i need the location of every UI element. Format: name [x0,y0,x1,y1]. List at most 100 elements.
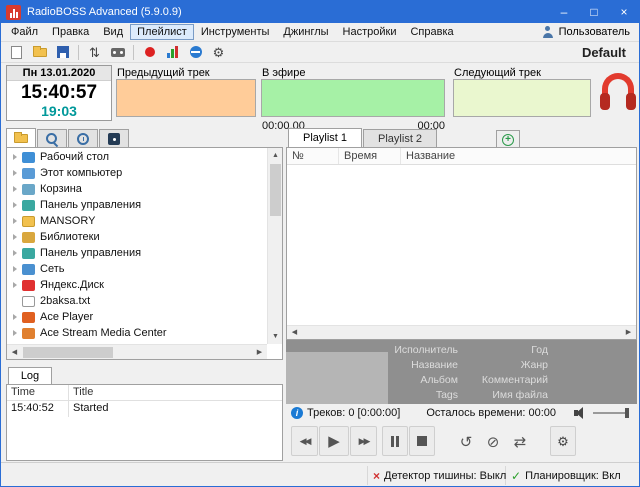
column-number[interactable]: № [287,148,339,164]
tree-item-computer[interactable]: Этот компьютер [7,165,267,181]
expander-icon[interactable] [13,170,17,176]
tree-item-yandex-disk[interactable]: Яндекс.Диск [7,277,267,293]
expander-icon[interactable] [13,330,17,336]
pause-button[interactable] [382,426,408,456]
save-playlist-button[interactable] [52,43,73,62]
open-playlist-button[interactable] [29,43,50,62]
gear-icon: ⚙ [213,46,225,59]
browser-tab-search[interactable] [37,129,67,148]
tree-item-desktop[interactable]: Рабочий стол [7,149,267,165]
menu-settings[interactable]: Настройки [336,24,404,40]
scroll-left-icon[interactable]: ◀ [7,345,22,360]
previous-track-button[interactable]: ◀◀ [291,426,318,456]
user-menu[interactable]: Пользователь [542,26,639,38]
silence-detector-status[interactable]: × Детектор тишины: Выкл [373,463,506,487]
tree-item-ace-stream[interactable]: Ace Stream Media Center [7,325,267,341]
browser-tab-folders[interactable] [6,128,36,148]
tree-item-label: Ace Stream Media Center [40,327,167,339]
expander-icon[interactable] [13,202,17,208]
toolbar-separator [133,45,134,60]
expander-icon[interactable] [13,234,17,240]
internet-button[interactable] [185,43,206,62]
minimize-button[interactable]: – [549,1,579,23]
scroll-left-icon[interactable]: ◀ [287,326,302,339]
menu-edit[interactable]: Правка [45,24,96,40]
scroll-up-icon[interactable]: ▲ [268,148,283,163]
add-playlist-tab-button[interactable]: + [496,130,520,148]
expander-icon[interactable] [13,266,17,272]
sort-tracks-button[interactable]: ⇅ [84,43,105,62]
tree-item-label: Рабочий стол [40,151,109,163]
log-column-title[interactable]: Title [69,385,97,400]
cassette-icon [111,48,125,57]
menu-file[interactable]: Файл [4,24,45,40]
browser-tab-history[interactable] [68,129,98,148]
menu-playlist[interactable]: Плейлист [130,24,194,40]
next-track-button[interactable]: ▶▶ [350,426,377,456]
cart-wall-button[interactable] [107,43,128,62]
playlist-horizontal-scrollbar[interactable]: ◀ ▶ [287,325,636,339]
record-icon [145,47,155,57]
column-start-time[interactable]: Время ст... [339,148,401,164]
expander-icon[interactable] [13,282,17,288]
expander-icon[interactable] [13,250,17,256]
tree-item-control-panel[interactable]: Панель управления [7,197,267,213]
scroll-down-icon[interactable]: ▼ [268,329,283,344]
close-button[interactable]: × [609,1,639,23]
settings-button[interactable]: ⚙ [208,43,229,62]
tree-item-recycle-bin[interactable]: Корзина [7,181,267,197]
log-column-time[interactable]: Time [7,385,69,400]
tree-vertical-scrollbar[interactable]: ▲ ▼ [267,148,282,344]
text-file-icon [22,296,35,307]
record-button[interactable] [139,43,160,62]
gear-icon: ⚙ [557,435,569,448]
stop-button[interactable] [409,426,435,456]
scroll-right-icon[interactable]: ▶ [621,326,636,339]
tree-item-mansory[interactable]: MANSORY [7,213,267,229]
expander-icon[interactable] [13,314,17,320]
repeat-button[interactable]: ↺ [454,430,478,454]
scrollbar-thumb[interactable] [23,347,113,358]
statistics-button[interactable] [162,43,183,62]
floppy-icon [57,46,69,58]
playback-options-button[interactable]: ⚙ [550,426,576,456]
log-tab[interactable]: Log [8,367,52,385]
toolbar-separator [78,45,79,60]
scheduler-status[interactable]: ✓ Планировщик: Вкл [511,463,621,487]
log-row[interactable]: 15:40:52 Started [7,401,282,417]
column-title[interactable]: Название [401,148,636,164]
expander-icon[interactable] [13,218,17,224]
recycle-bin-icon [22,184,35,195]
log-header: Time Title [7,385,282,401]
expander-icon[interactable] [13,186,17,192]
tree-item-2baksa-txt[interactable]: 2baksa.txt [7,293,267,309]
tab-playlist-2[interactable]: Playlist 2 [363,129,437,148]
browser-tab-library[interactable] [99,129,129,148]
tree-item-label: MANSORY [40,215,95,227]
menu-jingles[interactable]: Джинглы [276,24,335,40]
volume-track[interactable] [593,412,629,414]
shuffle-button[interactable]: ⇄ [508,430,532,454]
no-repeat-button[interactable]: ⊘ [481,430,505,454]
scroll-right-icon[interactable]: ▶ [252,345,267,360]
title-label: Название [378,359,458,371]
tree-item-ace-player[interactable]: Ace Player [7,309,267,325]
stop-icon [417,436,427,446]
maximize-button[interactable]: □ [579,1,609,23]
menu-tools[interactable]: Инструменты [194,24,277,40]
playlist-body[interactable] [287,165,636,325]
menu-help[interactable]: Справка [403,24,460,40]
tree-horizontal-scrollbar[interactable]: ◀ ▶ [7,344,267,359]
tree-item-control-panel-2[interactable]: Панель управления [7,245,267,261]
tree-item-libraries[interactable]: Библиотеки [7,229,267,245]
tree-item-network[interactable]: Сеть [7,261,267,277]
play-button[interactable]: ▶ [319,426,349,456]
new-playlist-button[interactable] [6,43,27,62]
tab-playlist-1[interactable]: Playlist 1 [288,128,362,148]
volume-slider[interactable] [593,407,629,419]
volume-handle[interactable] [625,408,629,418]
folder-icon [14,134,28,143]
scrollbar-thumb[interactable] [270,164,281,216]
expander-icon[interactable] [13,154,17,160]
menu-view[interactable]: Вид [96,24,130,40]
